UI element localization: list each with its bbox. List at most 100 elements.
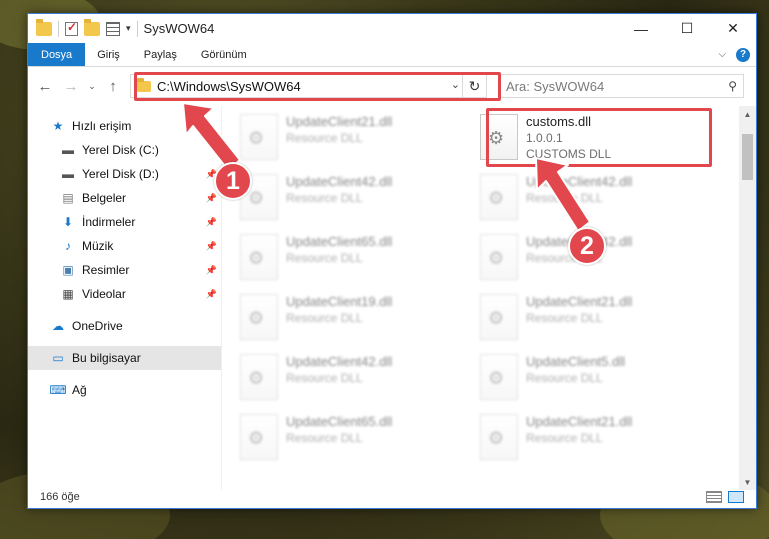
sidebar-item-label: İndirmeler <box>82 215 136 229</box>
sidebar-item-label: Belgeler <box>82 191 127 205</box>
sidebar-item-label: OneDrive <box>72 319 123 333</box>
sidebar-item-disk-c[interactable]: ▬ Yerel Disk (C:) <box>28 138 221 162</box>
dll-file-icon <box>480 234 518 280</box>
file-name: UpdateClient42.dll <box>526 174 633 189</box>
customize-toolbar-icon[interactable]: ▾ <box>126 23 131 34</box>
network-icon: ⌨ <box>49 383 67 397</box>
drive-icon: ▬ <box>62 143 74 157</box>
sidebar-item-label: Bu bilgisayar <box>72 351 141 365</box>
close-button[interactable]: ✕ <box>710 14 756 43</box>
file-tile[interactable]: UpdateClient21.dll Resource DLL <box>480 412 700 468</box>
sidebar-item-quick-access[interactable]: ★ Hızlı erişim <box>28 114 221 138</box>
file-name: UpdateClient19.dll <box>286 294 393 309</box>
pin-icon[interactable]: 📌 <box>206 289 217 300</box>
file-tile[interactable]: UpdateClient65.dll Resource DLL <box>240 232 460 288</box>
download-icon: ⬇ <box>62 215 74 229</box>
file-tile[interactable]: UpdateClient5.dll Resource DLL <box>480 352 700 408</box>
file-desc: Resource DLL <box>526 311 603 325</box>
dll-file-icon <box>240 414 278 460</box>
file-tile[interactable]: UpdateClient42.dll Resource DLL <box>480 172 700 228</box>
pin-icon[interactable]: 📌 <box>206 217 217 228</box>
forward-button[interactable]: → <box>60 75 82 97</box>
toolbar-divider <box>58 20 59 37</box>
file-name: UpdateClient65.dll <box>286 234 393 249</box>
sidebar-item-label: Videolar <box>82 287 126 301</box>
file-desc: Resource DLL <box>286 311 363 325</box>
tab-share[interactable]: Paylaş <box>132 43 189 66</box>
sidebar-item-label: Müzik <box>82 239 114 253</box>
step-badge-2: 2 <box>568 227 606 265</box>
scroll-thumb[interactable] <box>742 134 753 180</box>
file-tile[interactable]: UpdateClient21.dll Resource DLL <box>240 112 460 168</box>
tab-file[interactable]: Dosya <box>28 43 86 66</box>
file-tile[interactable]: UpdateClient65.dll Resource DLL <box>240 412 460 468</box>
recent-locations-icon[interactable]: ⌄ <box>86 75 98 97</box>
quick-access-toolbar: ▾ <box>28 18 138 37</box>
sidebar-item-documents[interactable]: ▤ Belgeler 📌 <box>28 186 221 210</box>
tab-home[interactable]: Giriş <box>85 43 132 66</box>
vertical-scrollbar[interactable]: ▲ ▼ <box>739 106 756 490</box>
dll-file-icon <box>480 354 518 400</box>
file-highlight-box <box>486 108 712 167</box>
sidebar-item-network[interactable]: ⌨ Ağ <box>28 378 221 402</box>
file-tile[interactable]: UpdateClient42.dll Resource DLL <box>240 172 460 228</box>
file-tile[interactable]: UpdateClient19.dll Resource DLL <box>240 292 460 348</box>
address-highlight-box <box>134 72 501 101</box>
file-desc: Resource DLL <box>286 191 363 205</box>
cloud-icon: ☁ <box>52 319 64 333</box>
pin-icon[interactable]: 📌 <box>206 265 217 276</box>
window-title: SysWOW64 <box>143 21 215 36</box>
computer-icon: ▭ <box>52 351 64 365</box>
file-tile[interactable]: UpdateClient42.dll Resource DLL <box>240 352 460 408</box>
file-name: UpdateClient42.dll <box>286 354 393 369</box>
status-bar: 166 öğe <box>28 486 756 508</box>
sidebar-item-label: Ağ <box>72 383 87 397</box>
navigation-pane: ★ Hızlı erişim ▬ Yerel Disk (C:) ▬ Yerel… <box>28 106 222 490</box>
up-button[interactable]: ↑ <box>102 75 124 97</box>
new-folder-icon[interactable] <box>84 18 100 36</box>
file-name: UpdateClient65.dll <box>286 414 393 429</box>
sidebar-item-downloads[interactable]: ⬇ İndirmeler 📌 <box>28 210 221 234</box>
step-badge-1: 1 <box>214 162 252 200</box>
sidebar-item-videos[interactable]: ▦ Videolar 📌 <box>28 282 221 306</box>
properties-check-icon[interactable] <box>65 20 78 36</box>
expand-ribbon-icon[interactable]: ⌵ <box>718 49 726 60</box>
dll-file-icon <box>480 294 518 340</box>
sidebar-item-disk-d[interactable]: ▬ Yerel Disk (D:) 📌 <box>28 162 221 186</box>
details-view-icon[interactable] <box>706 491 722 503</box>
sidebar-item-label: Yerel Disk (C:) <box>82 143 159 157</box>
dll-file-icon <box>240 114 278 160</box>
tab-view[interactable]: Görünüm <box>189 43 259 66</box>
file-tile[interactable]: UpdateClient21.dll Resource DLL <box>480 292 700 348</box>
properties-icon[interactable] <box>106 21 120 36</box>
file-name: UpdateClient21.dll <box>526 294 633 309</box>
scroll-up-icon[interactable]: ▲ <box>739 106 756 122</box>
search-input[interactable]: Ara: SysWOW64 ⚲ <box>499 74 744 98</box>
sidebar-item-pictures[interactable]: ▣ Resimler 📌 <box>28 258 221 282</box>
file-desc: Resource DLL <box>286 251 363 265</box>
sidebar-item-this-pc[interactable]: ▭ Bu bilgisayar <box>28 346 221 370</box>
star-icon: ★ <box>52 119 64 133</box>
sidebar-item-label: Hızlı erişim <box>72 119 132 133</box>
file-name: UpdateClient5.dll <box>526 354 626 369</box>
minimize-button[interactable]: — <box>618 14 664 43</box>
file-desc: Resource DLL <box>286 131 363 145</box>
file-desc: Resource DLL <box>526 431 603 445</box>
search-icon[interactable]: ⚲ <box>728 79 737 93</box>
pictures-icon: ▣ <box>62 263 74 277</box>
file-desc: Resource DLL <box>526 371 603 385</box>
tiles-view-icon[interactable] <box>728 491 744 503</box>
music-icon: ♪ <box>65 239 71 253</box>
back-button[interactable]: ← <box>34 75 56 97</box>
pin-icon[interactable]: 📌 <box>206 193 217 204</box>
help-icon[interactable]: ? <box>736 47 750 62</box>
sidebar-item-onedrive[interactable]: ☁ OneDrive <box>28 314 221 338</box>
file-name: UpdateClient21.dll <box>526 414 633 429</box>
item-count: 166 öğe <box>40 491 80 503</box>
pin-icon[interactable]: 📌 <box>206 241 217 252</box>
video-icon: ▦ <box>62 287 74 301</box>
maximize-button[interactable]: ☐ <box>664 14 710 43</box>
sidebar-item-music[interactable]: ♪ Müzik 📌 <box>28 234 221 258</box>
search-placeholder: Ara: SysWOW64 <box>506 78 605 94</box>
sidebar-item-label: Resimler <box>82 263 130 277</box>
